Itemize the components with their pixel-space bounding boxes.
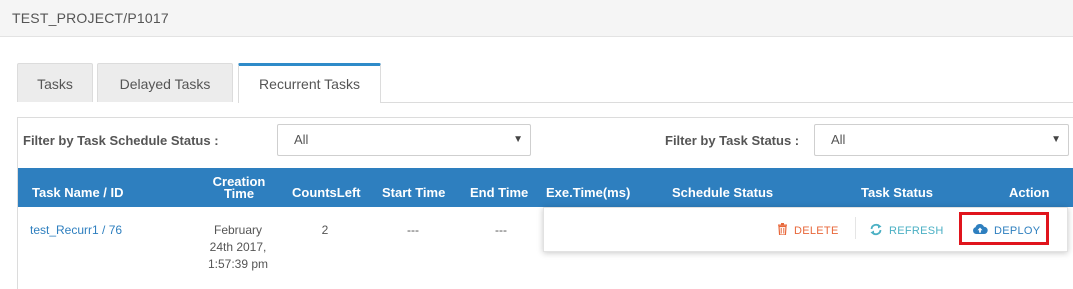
delete-label: DELETE (794, 224, 839, 237)
counts-left-cell: 2 (321, 223, 329, 237)
column-header-start-time[interactable]: Start Time (382, 185, 445, 200)
column-header-creation-time-line2: Time (223, 186, 255, 201)
task-status-filter-value: All (831, 132, 846, 147)
creation-time-line3: 1:57:39 pm (207, 257, 269, 271)
start-time-cell: --- (407, 223, 419, 237)
column-header-exe-time[interactable]: Exe.Time(ms) (546, 185, 630, 200)
task-name-link[interactable]: test_Recurr1 / 76 (30, 223, 122, 237)
deploy-button[interactable]: DEPLOY (972, 223, 1040, 238)
chevron-down-icon: ▼ (1051, 134, 1061, 145)
delete-button[interactable]: DELETE (777, 223, 839, 238)
refresh-button[interactable]: REFRESH (869, 223, 944, 239)
action-separator (855, 217, 856, 239)
creation-time-line2: 24th 2017, (209, 240, 267, 254)
column-header-end-time[interactable]: End Time (470, 185, 528, 200)
cloud-upload-icon (972, 223, 988, 238)
creation-time-cell: February 24th 2017, 1:57:39 pm (196, 222, 280, 273)
project-path: TEST_PROJECT/P1017 (12, 10, 169, 26)
schedule-status-filter-label: Filter by Task Schedule Status : (23, 133, 219, 148)
refresh-icon (869, 223, 883, 239)
trash-icon (777, 223, 788, 238)
column-header-task-name[interactable]: Task Name / ID (32, 185, 124, 200)
tab-divider (380, 102, 1073, 103)
refresh-label: REFRESH (889, 225, 944, 237)
creation-time-line1: February (213, 223, 263, 237)
chevron-down-icon: ▼ (513, 134, 523, 145)
column-header-action: Action (1009, 185, 1050, 200)
column-header-task-status[interactable]: Task Status (861, 185, 933, 200)
tab-delayed-tasks[interactable]: Delayed Tasks (97, 63, 233, 102)
tab-recurrent-tasks[interactable]: Recurrent Tasks (238, 63, 381, 103)
task-status-filter-label: Filter by Task Status : (665, 133, 800, 148)
table-header: Task Name / ID Creation Time CountsLeft … (18, 168, 1073, 207)
action-popup: DELETE REFRESH DEPLOY (543, 207, 1068, 252)
column-header-counts-left[interactable]: CountsLeft (292, 185, 361, 200)
end-time-cell: --- (495, 223, 507, 237)
schedule-status-filter-value: All (294, 132, 309, 147)
deploy-label: DEPLOY (994, 224, 1041, 237)
column-header-schedule-status[interactable]: Schedule Status (672, 185, 773, 200)
column-header-creation-time[interactable]: Creation Time (212, 175, 266, 201)
top-bar: TEST_PROJECT/P1017 (0, 0, 1073, 37)
tab-tasks[interactable]: Tasks (17, 63, 93, 102)
schedule-status-filter-select[interactable]: All ▼ (277, 124, 531, 156)
task-status-filter-select[interactable]: All ▼ (814, 124, 1069, 156)
